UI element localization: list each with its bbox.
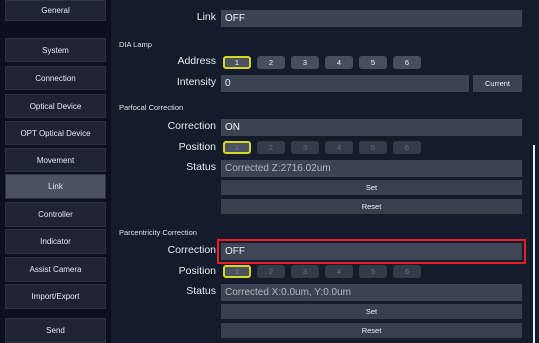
parcentricity-reset-button[interactable]: Reset [221, 323, 522, 338]
parfocal-position-button-6[interactable]: 6 [393, 141, 421, 154]
current-button[interactable]: Current [473, 75, 522, 92]
sidebar-item-assist-camera[interactable]: Assist Camera [5, 257, 106, 282]
sidebar-item-label: General [41, 6, 70, 15]
parcentricity-position-label: Position [178, 265, 216, 277]
address-label-wrap: Address [111, 54, 216, 71]
parfocal-position-button-4[interactable]: 4 [325, 141, 353, 154]
scrollbar[interactable] [533, 145, 535, 343]
settings-panel: Link OFF DIA Lamp Address 1 2 3 4 5 6 In… [111, 0, 539, 343]
link-label: Link [196, 11, 216, 23]
parcentricity-position-button-4[interactable]: 4 [325, 265, 353, 278]
parcentricity-status-label-wrap: Status [111, 284, 216, 301]
parcentricity-correction-label: Correction [167, 244, 216, 256]
sidebar-item-general[interactable]: General [5, 0, 106, 21]
intensity-field[interactable]: 0 [221, 75, 469, 92]
parfocal-position-label-wrap: Position [111, 140, 216, 157]
sidebar-item-label: OPT Optical Device [20, 128, 91, 138]
parfocal-set-button[interactable]: Set [221, 180, 522, 195]
sidebar-item-import-export[interactable]: Import/Export [5, 284, 106, 309]
parcentricity-correction-field[interactable]: OFF [217, 239, 526, 264]
sidebar-item-controller[interactable]: Controller [5, 202, 106, 227]
parcentricity-position-button-6[interactable]: 6 [393, 265, 421, 278]
intensity-label-wrap: Intensity [111, 75, 216, 92]
sidebar-item-movement[interactable]: Movement [5, 148, 106, 172]
parfocal-correction-label: Correction [167, 120, 216, 132]
parcentricity-status-label: Status [186, 285, 216, 297]
intensity-label: Intensity [176, 76, 216, 88]
parcentricity-position-label-wrap: Position [111, 264, 216, 281]
sidebar-item-optical-device[interactable]: Optical Device [5, 94, 106, 118]
parcentricity-set-button[interactable]: Set [221, 304, 522, 319]
dia-lamp-section-title: DIA Lamp [119, 40, 152, 49]
sidebar: General System Connection Optical Device… [0, 0, 111, 343]
sidebar-item-label: Link [48, 182, 63, 191]
sidebar-item-link[interactable]: Link [5, 174, 106, 199]
address-button-3[interactable]: 3 [291, 56, 319, 69]
parfocal-position-button-5[interactable]: 5 [359, 141, 387, 154]
parcentricity-position-button-3[interactable]: 3 [291, 265, 319, 278]
parcentricity-position-button-5[interactable]: 5 [359, 265, 387, 278]
parfocal-position-button-2[interactable]: 2 [257, 141, 285, 154]
sidebar-item-label: Controller [38, 210, 73, 219]
sidebar-item-label: System [42, 45, 69, 55]
parfocal-section-title: Parfocal Correction [119, 103, 184, 112]
parfocal-reset-button[interactable]: Reset [221, 199, 522, 214]
sidebar-item-label: Import/Export [31, 292, 80, 301]
sidebar-item-indicator[interactable]: Indicator [5, 229, 106, 254]
parfocal-correction-label-wrap: Correction [111, 119, 216, 136]
sidebar-item-label: Assist Camera [29, 265, 82, 274]
parcentricity-correction-label-wrap: Correction [111, 243, 216, 260]
sidebar-item-label: Optical Device [29, 101, 82, 111]
parfocal-status-label: Status [186, 161, 216, 173]
send-button-label: Send [46, 326, 65, 335]
address-button-4[interactable]: 4 [325, 56, 353, 69]
parcentricity-position-button-1[interactable]: 1 [223, 265, 251, 278]
parcentricity-status-field: Corrected X:0.0um, Y:0.0um [221, 284, 522, 301]
send-button[interactable]: Send [5, 318, 106, 343]
address-button-6[interactable]: 6 [393, 56, 421, 69]
address-button-5[interactable]: 5 [359, 56, 387, 69]
parfocal-position-button-1[interactable]: 1 [223, 141, 251, 154]
link-label-wrap: Link [111, 10, 216, 27]
parfocal-position-button-3[interactable]: 3 [291, 141, 319, 154]
sidebar-item-connection[interactable]: Connection [5, 66, 106, 90]
sidebar-item-label: Connection [35, 73, 76, 83]
address-button-2[interactable]: 2 [257, 56, 285, 69]
parfocal-status-field: Corrected Z:2716.02um [221, 160, 522, 177]
sidebar-item-label: Indicator [40, 237, 71, 246]
link-field[interactable]: OFF [221, 10, 522, 27]
parcentricity-section-title: Parcentricity Correction [119, 228, 197, 237]
sidebar-item-label: Movement [36, 155, 75, 165]
parfocal-position-label: Position [178, 141, 216, 153]
parfocal-correction-field[interactable]: ON [221, 119, 522, 136]
sidebar-item-opt-optical-device[interactable]: OPT Optical Device [5, 121, 106, 145]
sidebar-item-system[interactable]: System [5, 38, 106, 62]
parfocal-status-label-wrap: Status [111, 160, 216, 177]
address-button-1[interactable]: 1 [223, 56, 251, 69]
parcentricity-position-button-2[interactable]: 2 [257, 265, 285, 278]
address-label: Address [177, 55, 216, 67]
